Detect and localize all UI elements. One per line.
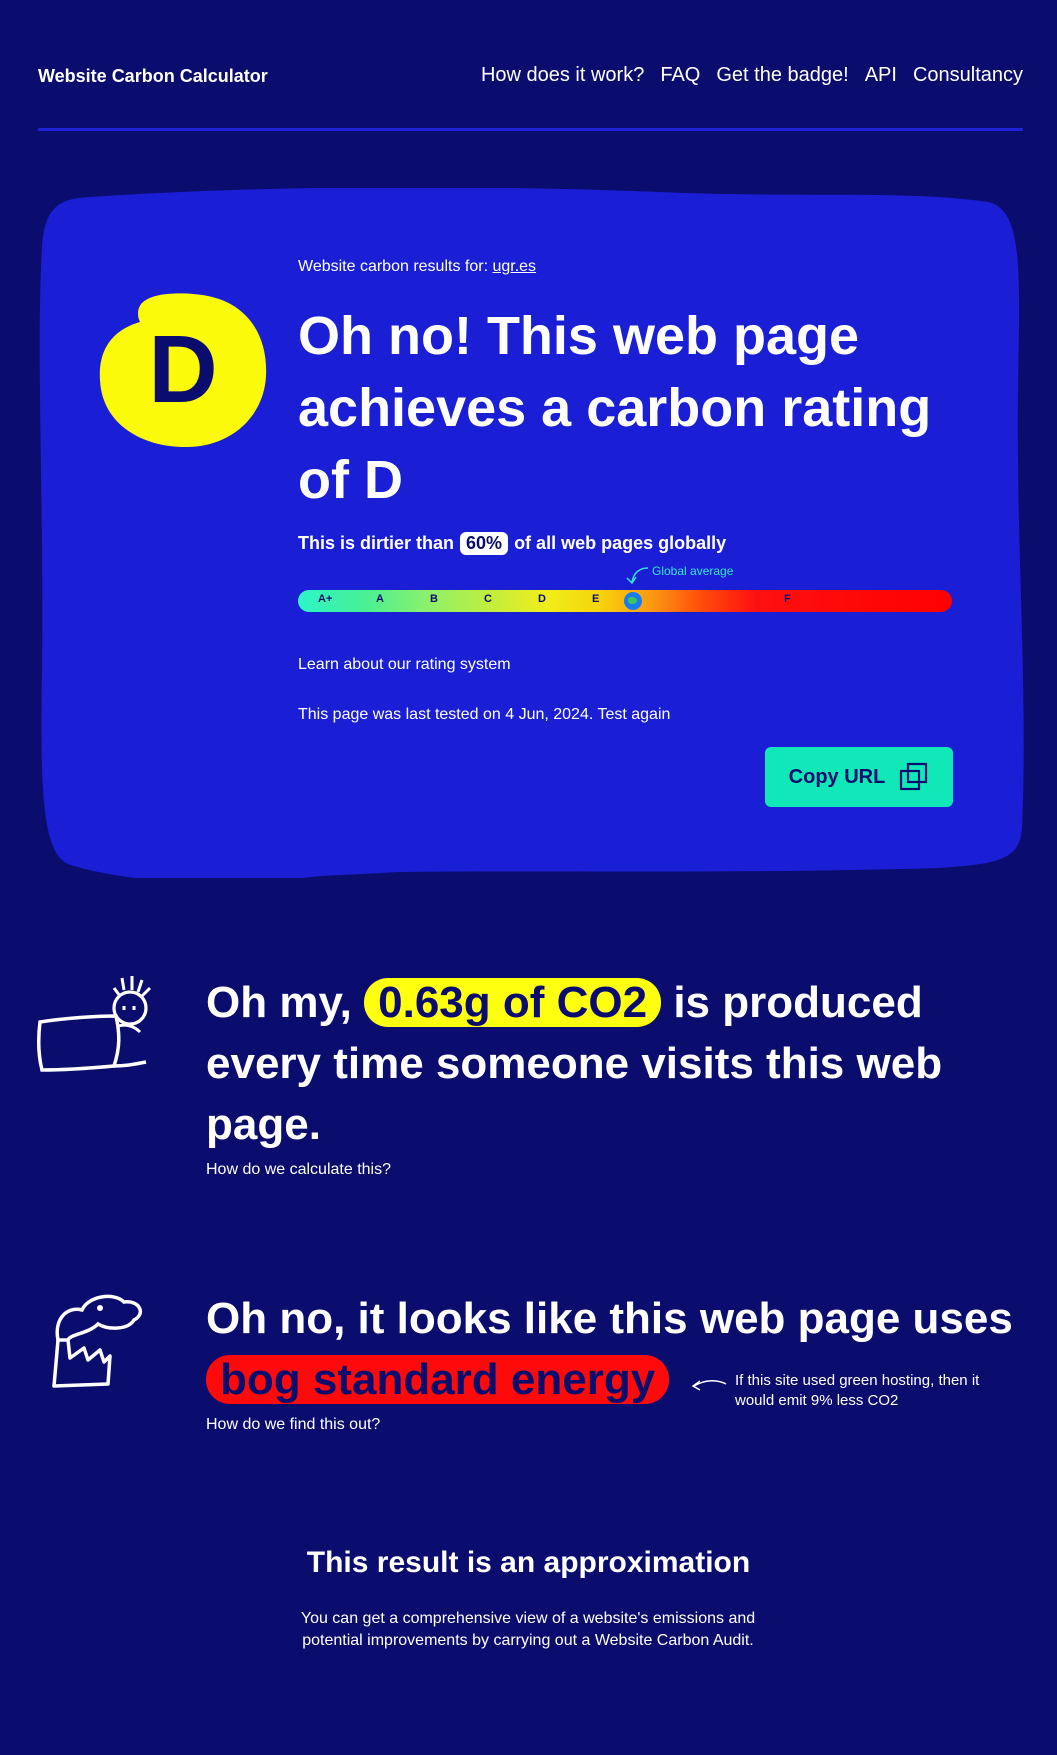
nav-consultancy[interactable]: Consultancy	[913, 64, 1023, 87]
energy-type-highlight: bog standard energy	[206, 1355, 670, 1404]
copy-icon	[900, 762, 928, 791]
co2-amount-highlight: 0.63g of CO2	[364, 978, 662, 1027]
dirtier-prefix: This is dirtier than	[298, 533, 455, 553]
grade-letter: D	[148, 316, 218, 423]
scale-label-a-plus: A+	[318, 593, 333, 605]
nav-faq[interactable]: FAQ	[660, 64, 700, 87]
site-header: Website Carbon Calculator How does it wo…	[38, 0, 1023, 131]
test-again-link[interactable]: Test again	[597, 706, 670, 723]
carbon-audit-link[interactable]: a Website Carbon Audit	[581, 1632, 749, 1649]
dirtier-suffix: of all web pages globally	[514, 533, 727, 553]
result-card: D Website carbon results for: ugr.es Oh …	[38, 188, 1024, 878]
scale-label-c: C	[484, 593, 492, 605]
approximation-text: You can get a comprehensive view of a we…	[278, 1608, 778, 1652]
hosting-note-arrow-icon	[691, 1380, 727, 1391]
dirtier-percent-badge: 60%	[460, 532, 509, 555]
tested-text: This page was last tested on 4 Jun, 2024…	[298, 706, 594, 723]
emissions-prefix: Oh my,	[206, 978, 352, 1027]
nav-how-it-works[interactable]: How does it work?	[481, 64, 644, 87]
factory-icon	[52, 1294, 143, 1388]
rating-scale: A+ A B C D E F	[298, 590, 952, 612]
emissions-statement: Oh my, 0.63g of CO2 is produced every ti…	[206, 972, 1026, 1155]
energy-section: Oh no, it looks like this web page uses …	[206, 1288, 1026, 1434]
green-hosting-note: If this site used green hosting, then it…	[735, 1372, 980, 1409]
emissions-section: Oh my, 0.63g of CO2 is produced every ti…	[206, 972, 1026, 1179]
results-for-label: Website carbon results for:	[298, 258, 489, 275]
how-find-out-link[interactable]: How do we find this out?	[206, 1416, 380, 1434]
dirtier-statement: This is dirtier than 60% of all web page…	[298, 532, 726, 555]
results-for: Website carbon results for: ugr.es	[298, 258, 536, 276]
global-average-label: Global average	[652, 564, 734, 578]
energy-prefix: Oh no, it looks like this web page uses	[206, 1294, 1013, 1343]
copy-url-button[interactable]: Copy URL	[765, 747, 953, 807]
site-link[interactable]: ugr.es	[492, 258, 536, 275]
last-tested: This page was last tested on 4 Jun, 2024…	[298, 706, 670, 724]
scale-label-d: D	[538, 593, 546, 605]
scale-label-f: F	[784, 593, 791, 605]
approximation-title: This result is an approximation	[306, 1546, 751, 1579]
approximation-text-suffix: .	[749, 1632, 754, 1649]
learn-rating: Learn about our rating system	[298, 656, 511, 674]
nav-api[interactable]: API	[865, 64, 897, 87]
global-average-arrow-icon	[626, 567, 649, 585]
person-laptop-icon	[36, 976, 152, 1072]
brand-logo[interactable]: Website Carbon Calculator	[38, 66, 268, 87]
scale-label-a: A	[376, 593, 384, 605]
nav-badge[interactable]: Get the badge!	[716, 64, 848, 87]
rating-system-link[interactable]: rating system	[415, 656, 510, 673]
main-nav: How does it work? FAQ Get the badge! API…	[481, 64, 1023, 87]
how-calculate-link[interactable]: How do we calculate this?	[206, 1161, 391, 1179]
scale-label-e: E	[592, 593, 600, 605]
learn-prefix: Learn about our	[298, 656, 411, 673]
grade-badge: D	[98, 292, 268, 448]
copy-url-label: Copy URL	[788, 765, 886, 788]
globe-icon	[624, 592, 642, 610]
rating-headline: Oh no! This web page achieves a carbon r…	[298, 306, 932, 510]
scale-label-b: B	[430, 593, 438, 605]
